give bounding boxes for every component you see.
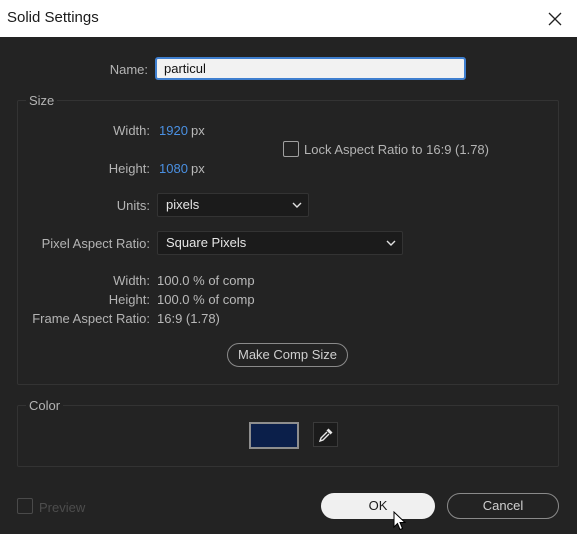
size-group-title: Size [26,93,58,108]
units-value: pixels [166,197,200,212]
comp-height-value: 100.0 % of comp [157,292,255,307]
color-group-title: Color [26,398,64,413]
pixel-aspect-ratio-label: Pixel Aspect Ratio: [41,236,150,251]
chevron-down-icon [292,202,302,208]
preview-checkbox[interactable] [17,498,33,514]
name-input[interactable] [155,57,466,80]
width-unit: px [191,123,205,138]
comp-width-value: 100.0 % of comp [157,273,255,288]
close-icon [548,12,562,25]
units-dropdown[interactable]: pixels [157,193,309,217]
cancel-button[interactable]: Cancel [447,493,559,519]
pixel-aspect-ratio-value: Square Pixels [166,235,247,250]
height-value[interactable]: 1080 [159,161,188,176]
title-bar: Solid Settings [0,0,577,37]
window-title: Solid Settings [7,9,99,26]
preview-label: Preview [39,500,86,515]
comp-width-label: Width: [113,273,150,288]
frame-aspect-ratio-value: 16:9 (1.78) [157,311,220,326]
ok-button[interactable]: OK [321,493,435,519]
lock-aspect-label: Lock Aspect Ratio to 16:9 (1.78) [304,142,489,157]
frame-aspect-ratio-label: Frame Aspect Ratio: [32,311,150,326]
height-label: Height: [108,161,150,176]
pixel-aspect-ratio-dropdown[interactable]: Square Pixels [157,231,403,255]
comp-height-label: Height: [108,292,150,307]
color-swatch[interactable] [249,422,299,449]
width-label: Width: [113,123,150,138]
lock-aspect-checkbox[interactable] [283,141,299,157]
mouse-cursor-icon [393,511,406,531]
height-unit: px [191,161,205,176]
make-comp-size-button[interactable]: Make Comp Size [227,343,348,367]
close-button[interactable] [533,0,577,37]
name-label: Name: [109,62,148,77]
units-label: Units: [116,198,150,213]
eyedropper-button[interactable] [313,422,338,447]
chevron-down-icon [386,240,396,246]
width-value[interactable]: 1920 [159,123,188,138]
eyedropper-icon [318,428,332,442]
